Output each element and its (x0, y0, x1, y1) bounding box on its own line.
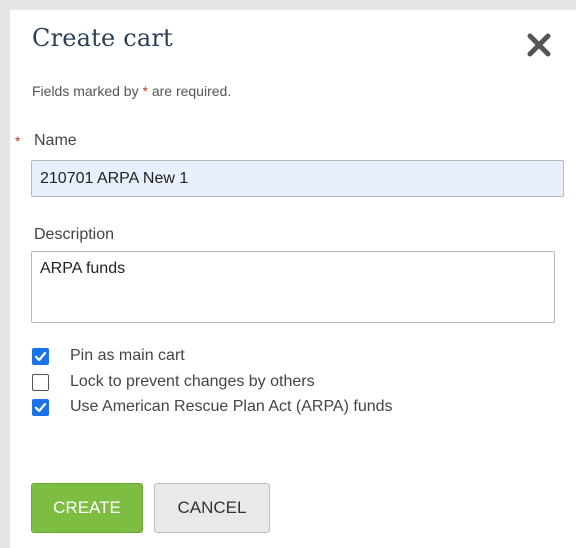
description-label: Description (34, 226, 115, 243)
pin-main-cart-label: Pin as main cart (70, 347, 185, 364)
lock-changes-checkbox[interactable] (32, 373, 49, 391)
close-button[interactable] (526, 32, 552, 58)
pin-main-cart-option[interactable]: Pin as main cart (32, 346, 185, 366)
required-fields-note: Fields marked by * are required. (32, 83, 231, 99)
checkmark-icon (34, 351, 47, 361)
name-input[interactable] (31, 160, 564, 197)
name-required-marker: * (15, 133, 21, 149)
description-input[interactable]: ARPA funds (31, 251, 555, 323)
required-note-prefix: Fields marked by (32, 83, 143, 99)
pin-main-cart-checkbox[interactable] (32, 347, 49, 365)
create-button[interactable]: CREATE (31, 483, 143, 533)
checkmark-icon (34, 402, 47, 412)
lock-changes-label: Lock to prevent changes by others (70, 373, 315, 390)
window-frame-top (0, 0, 576, 10)
create-cart-dialog: Create cart Fields marked by * are requi… (10, 10, 576, 548)
required-note-suffix: are required. (147, 83, 232, 99)
arpa-funds-label: Use American Rescue Plan Act (ARPA) fund… (70, 398, 393, 415)
arpa-funds-option[interactable]: Use American Rescue Plan Act (ARPA) fund… (32, 397, 393, 417)
arpa-funds-checkbox[interactable] (32, 398, 49, 416)
close-x-icon (527, 33, 551, 57)
cancel-button[interactable]: CANCEL (154, 483, 270, 533)
window-frame-left (0, 0, 10, 548)
name-label: Name (34, 132, 77, 149)
lock-changes-option[interactable]: Lock to prevent changes by others (32, 372, 315, 392)
dialog-title: Create cart (32, 24, 173, 52)
